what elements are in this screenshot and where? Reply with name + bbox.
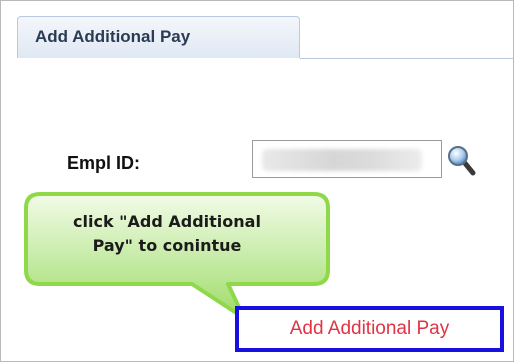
tab-add-additional-pay[interactable]: Add Additional Pay bbox=[17, 16, 300, 58]
callout-line-1: click "Add Additional bbox=[73, 212, 261, 231]
callout-text: click "Add Additional Pay" to conintue bbox=[36, 210, 298, 258]
callout-line-2: Pay" to conintue bbox=[92, 236, 242, 255]
tab-baseline bbox=[300, 58, 514, 59]
empl-id-label: Empl ID: bbox=[67, 153, 141, 173]
empl-id-input[interactable] bbox=[252, 140, 442, 178]
magnifying-glass-icon[interactable] bbox=[446, 143, 476, 179]
add-additional-pay-link[interactable]: Add Additional Pay bbox=[235, 306, 504, 352]
tab-label: Add Additional Pay bbox=[35, 27, 191, 46]
